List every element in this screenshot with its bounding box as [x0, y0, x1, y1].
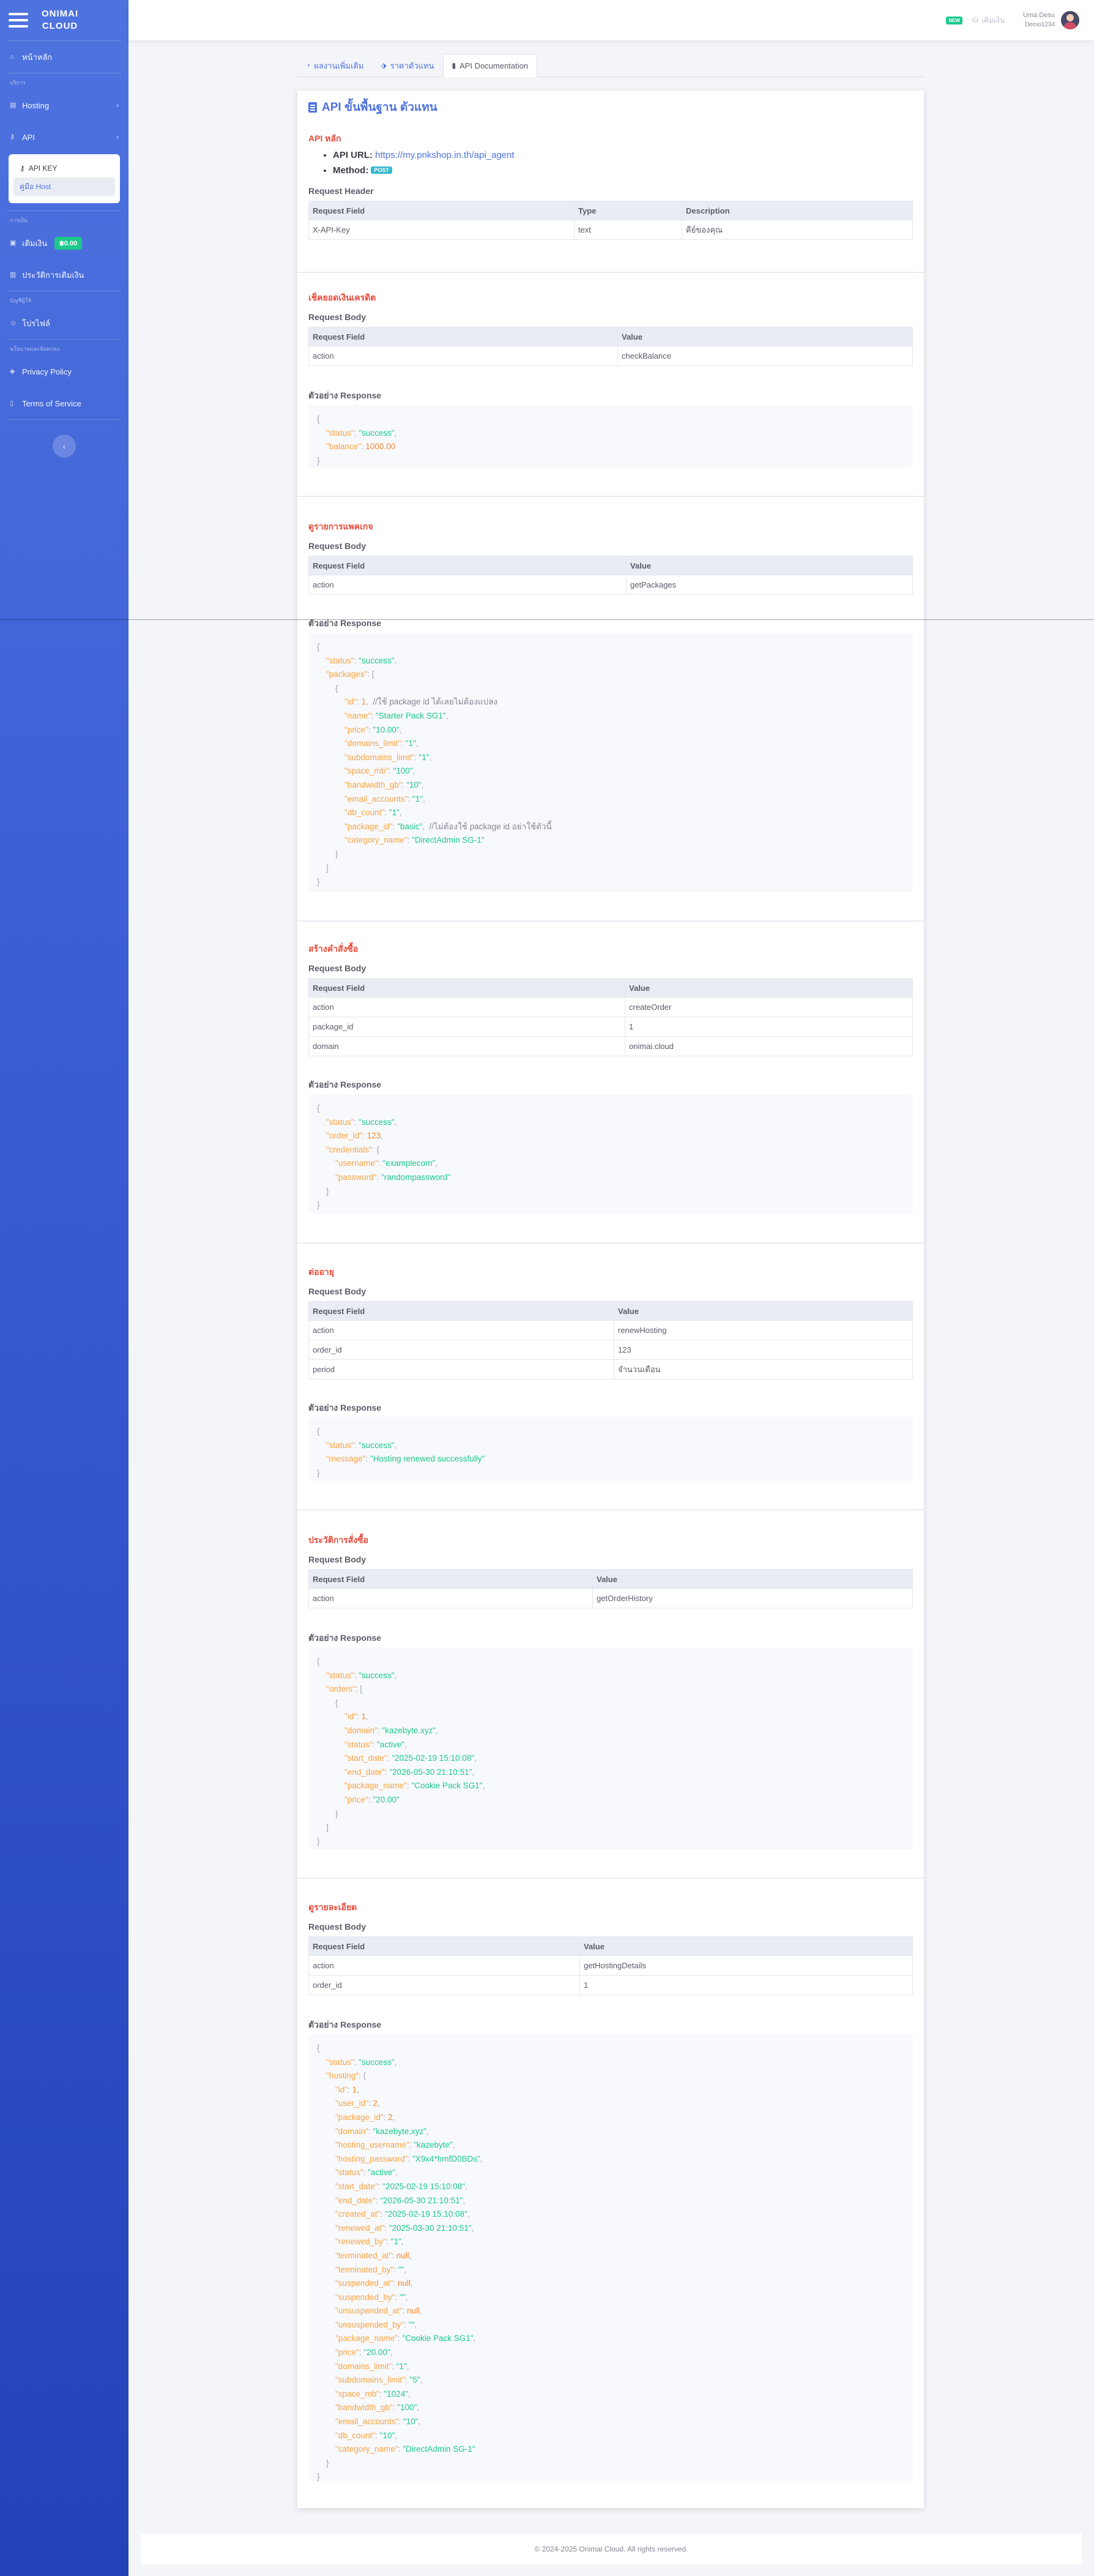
home-icon: ⌂	[10, 53, 14, 61]
table-row: order_id 123	[308, 1340, 913, 1360]
request-body-label: Request Body	[308, 963, 367, 973]
response-label: ตัวอย่าง Response	[308, 390, 382, 400]
section-title-details: ดูรายละเอียด	[308, 1902, 357, 1912]
table-row: domain onimai.cloud	[308, 1036, 913, 1056]
tab-agent-price[interactable]: ⬗ ราคาตัวแทน	[372, 54, 442, 77]
sidebar: ONIMAI CLOUD ⌂ หน้าหลัก บริการ ▤ Hosting › ⚷…	[0, 0, 128, 2576]
section-title-balance: เช็คยอดเงินเครดิต	[308, 293, 376, 302]
table-row: X-API-Key text คีย์ของคุณ	[308, 220, 913, 240]
sidebar-item-home[interactable]: ⌂ หน้าหลัก	[0, 41, 128, 73]
response-label: ตัวอย่าง Response	[308, 1403, 382, 1413]
tachometer-icon: ◔	[306, 61, 311, 70]
request-header-table: Request Field Type Description X-API-Key te…	[308, 201, 913, 240]
tab-works[interactable]: ◔ ผลงานเพิ่มเติม	[297, 54, 372, 77]
sidebar-item-hosting[interactable]: ▤ Hosting ›	[0, 89, 128, 121]
response-label: ตัวอย่าง Response	[308, 1633, 382, 1643]
brand-name: ONIMAI CLOUD	[42, 9, 79, 31]
sidebar-collapse-button[interactable]: ‹	[53, 435, 76, 458]
section-title-renew: ต่ออายุ	[308, 1267, 334, 1277]
request-body-label: Request Body	[308, 1286, 367, 1296]
order-body-table: Request Field Value action createOrder pac…	[308, 978, 913, 1056]
avatar[interactable]	[1061, 11, 1079, 29]
request-body-label: Request Body	[308, 312, 367, 322]
sidebar-item-privacy[interactable]: ◈ Privacy Policy	[0, 356, 128, 387]
section-title-order: สร้างคำสั่งซื้อ	[308, 944, 359, 954]
method-badge: POST	[371, 166, 392, 174]
api-url-link[interactable]: https://my.pnkshop.in.th/api_agent	[375, 150, 514, 160]
sidebar-heading-account: บัญชีผู้ใช้	[10, 297, 32, 304]
tags-icon: ⬗	[381, 61, 387, 70]
key-icon: ⚷	[20, 164, 25, 173]
section-title-main: API หลัก	[308, 133, 341, 143]
doc-tabs: ◔ ผลงานเพิ่มเติม ⬗ ราคาตัวแทน ▮ API Documen…	[297, 54, 924, 77]
chevron-down-icon: ›	[116, 133, 119, 141]
api-doc-card: API ขั้นพื้นฐาน ตัวแทน API หลัก API URL:…	[297, 91, 924, 2508]
code-block: { "status": "success", "balance": 1000.0…	[308, 405, 913, 468]
wallet-icon: ▣	[10, 239, 17, 247]
submenu-item-api-key[interactable]: ⚷ API KEY	[13, 159, 115, 177]
user-icon: ☺	[10, 319, 17, 327]
sidebar-item-topup-history[interactable]: ▥ ประวัติการเติมเงิน	[0, 259, 128, 291]
packages-body-table: Request Field Value action getPackages	[308, 556, 913, 595]
book-icon	[308, 102, 317, 113]
server-icon: ▤	[10, 102, 17, 109]
code-block: { "status": "success", "hosting": { "id"…	[308, 2034, 913, 2481]
code-block: { "status": "success", "packages": [ { "…	[308, 633, 913, 892]
table-row: action checkBalance	[308, 346, 913, 366]
tab-api-documentation[interactable]: ▮ API Documentation	[442, 54, 538, 77]
doc-title: API ขั้นพื้นฐาน ตัวแทน	[308, 98, 437, 116]
topbar: NEW ⛁ เติมเงิน Uma Desu Demo1234	[128, 0, 1094, 40]
sidebar-item-terms[interactable]: ▯ Terms of Service	[0, 387, 128, 419]
table-row: action getOrderHistory	[308, 1588, 913, 1608]
topup-link[interactable]: ⛁ เติมเงิน	[972, 15, 1005, 26]
api-info-list: API URL: https://my.pnkshop.in.th/api_ag…	[333, 148, 515, 178]
new-badge: NEW	[946, 16, 962, 24]
sidebar-heading-finance: การเงิน	[10, 217, 28, 223]
section-title-history: ประวัติการสั่งซื้อ	[308, 1535, 369, 1545]
request-body-label: Request Body	[308, 1555, 367, 1564]
balance-body-table: Request Field Value action checkBalance	[308, 327, 913, 366]
details-body-table: Request Field Value action getHostingDetai…	[308, 1936, 913, 1995]
sidebar-heading-policy: นโยบายและข้อตกลง	[10, 346, 60, 352]
response-label: ตัวอย่าง Response	[308, 2020, 382, 2029]
chevron-right-icon: ›	[116, 101, 119, 110]
menu-icon[interactable]	[9, 13, 28, 28]
response-label: ตัวอย่าง Response	[308, 1080, 382, 1089]
table-row: action createOrder	[308, 997, 913, 1017]
user-info[interactable]: Uma Desu Demo1234	[1023, 10, 1055, 30]
table-row: action getPackages	[308, 575, 913, 595]
table-row: action getHostingDetails	[308, 1955, 913, 1976]
brand[interactable]: ONIMAI CLOUD	[0, 0, 128, 40]
book-icon: ▮	[452, 61, 456, 70]
key-icon: ⚷	[10, 133, 15, 141]
table-row: order_id 1	[308, 1975, 913, 1995]
footer: © 2024-2025 Onimai Cloud. All rights res…	[141, 2534, 1082, 2564]
submenu-item-host-guide[interactable]: คู่มือ Host	[13, 177, 115, 196]
sidebar-heading-services: บริการ	[10, 80, 26, 86]
request-header-label: Request Header	[308, 186, 374, 196]
sidebar-item-topup[interactable]: ▣ เติมเงิน ฿0.00	[0, 227, 128, 259]
balance-badge: ฿0.00	[54, 236, 83, 250]
divider	[0, 619, 1094, 620]
request-body-label: Request Body	[308, 1922, 367, 1932]
table-row: package_id 1	[308, 1017, 913, 1037]
code-block: { "status": "success", "message": "Hosti…	[308, 1417, 913, 1481]
table-row: period จำนวนเดือน	[308, 1359, 913, 1379]
sidebar-item-profile[interactable]: ☺ โปรไฟล์	[0, 307, 128, 339]
code-block: { "status": "success", "order_id": 123, …	[308, 1094, 913, 1214]
sidebar-item-api[interactable]: ⚷ API ›	[0, 121, 128, 153]
shield-icon: ◈	[10, 368, 15, 375]
renew-body-table: Request Field Value action renewHosting or…	[308, 1301, 913, 1379]
history-body-table: Request Field Value action getOrderHistory	[308, 1569, 913, 1608]
table-row: action renewHosting	[308, 1320, 913, 1340]
section-title-packages: ดูรายการแพคเกจ	[308, 521, 373, 531]
file-icon: ▯	[10, 400, 14, 407]
request-body-label: Request Body	[308, 541, 367, 551]
receipt-icon: ▥	[10, 271, 17, 278]
api-submenu: ⚷ API KEY คู่มือ Host	[9, 154, 120, 203]
code-block: { "status": "success", "orders": [ { "id…	[308, 1648, 913, 1850]
coins-icon: ⛁	[972, 16, 979, 24]
